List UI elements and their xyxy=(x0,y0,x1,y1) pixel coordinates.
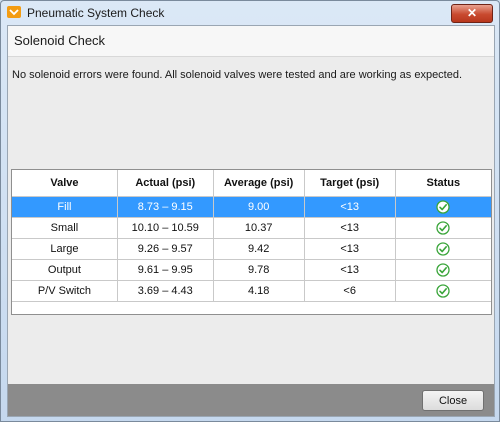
cell-valve: P/V Switch xyxy=(12,280,118,302)
result-message: No solenoid errors were found. All solen… xyxy=(12,69,463,81)
table-row[interactable]: Fill 8.73 – 9.15 9.00 <13 xyxy=(12,196,491,218)
cell-target: <13 xyxy=(304,196,396,218)
table-row[interactable]: Output 9.61 – 9.95 9.78 <13 xyxy=(12,259,491,281)
cell-actual: 8.73 – 9.15 xyxy=(117,196,214,218)
title-bar[interactable]: Pneumatic System Check ✕ xyxy=(1,1,499,25)
ok-icon xyxy=(436,263,450,277)
cell-valve: Large xyxy=(12,238,118,260)
cell-target: <13 xyxy=(304,259,396,281)
cell-average: 9.00 xyxy=(213,196,305,218)
table-row[interactable]: Small 10.10 – 10.59 10.37 <13 xyxy=(12,217,491,239)
close-button[interactable]: Close xyxy=(422,390,484,411)
table-header-row: Valve Actual (psi) Average (psi) Target … xyxy=(12,170,491,197)
cell-status xyxy=(395,238,491,260)
cell-target: <13 xyxy=(304,238,396,260)
cell-actual: 9.61 – 9.95 xyxy=(117,259,214,281)
column-header-average[interactable]: Average (psi) xyxy=(213,170,305,197)
cell-average: 4.18 xyxy=(213,280,305,302)
ok-icon xyxy=(436,200,450,214)
cell-average: 9.42 xyxy=(213,238,305,260)
window-title: Pneumatic System Check xyxy=(27,6,165,20)
section-title: Solenoid Check xyxy=(14,33,106,48)
cell-actual: 3.69 – 4.43 xyxy=(117,280,214,302)
app-icon xyxy=(7,6,21,18)
column-header-target[interactable]: Target (psi) xyxy=(304,170,396,197)
results-table: Valve Actual (psi) Average (psi) Target … xyxy=(11,169,492,315)
cell-status xyxy=(395,280,491,302)
cell-status xyxy=(395,259,491,281)
cell-valve: Fill xyxy=(12,196,118,218)
cell-status xyxy=(395,196,491,218)
column-header-valve[interactable]: Valve xyxy=(12,170,118,197)
cell-target: <6 xyxy=(304,280,396,302)
cell-target: <13 xyxy=(304,217,396,239)
table-row[interactable]: P/V Switch 3.69 – 4.43 4.18 <6 xyxy=(12,280,491,302)
ok-icon xyxy=(436,221,450,235)
ok-icon xyxy=(436,284,450,298)
dialog-window: Pneumatic System Check ✕ Solenoid Check … xyxy=(0,0,500,422)
table-row[interactable]: Large 9.26 – 9.57 9.42 <13 xyxy=(12,238,491,260)
ok-icon xyxy=(436,242,450,256)
window-close-button[interactable]: ✕ xyxy=(451,4,493,23)
cell-valve: Small xyxy=(12,217,118,239)
button-bar: Close xyxy=(8,384,494,416)
cell-valve: Output xyxy=(12,259,118,281)
cell-actual: 10.10 – 10.59 xyxy=(117,217,214,239)
dialog-content: Solenoid Check No solenoid errors were f… xyxy=(7,25,495,417)
column-header-status[interactable]: Status xyxy=(395,170,491,197)
cell-average: 9.78 xyxy=(213,259,305,281)
section-header: Solenoid Check xyxy=(8,26,494,57)
cell-actual: 9.26 – 9.57 xyxy=(117,238,214,260)
cell-status xyxy=(395,217,491,239)
cell-average: 10.37 xyxy=(213,217,305,239)
column-header-actual[interactable]: Actual (psi) xyxy=(117,170,214,197)
